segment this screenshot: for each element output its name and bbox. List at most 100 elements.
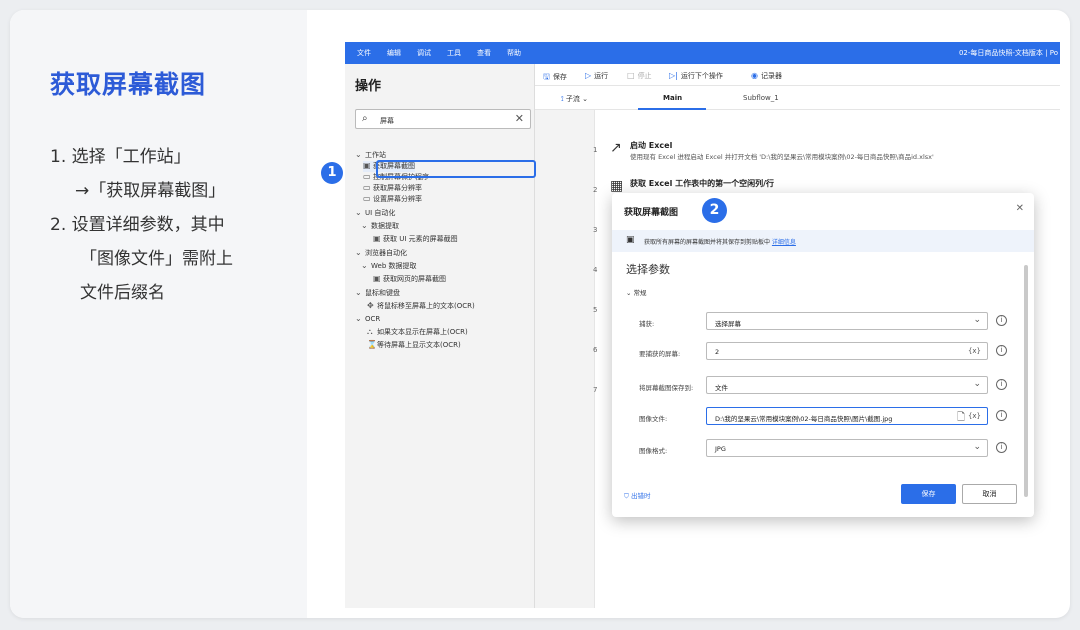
chevron-down-icon: ⌄ [355, 150, 362, 159]
capture-select[interactable]: 选择屏幕 ⌄ [706, 312, 988, 330]
line-number: 3 [593, 226, 598, 234]
menu-bar: 文件 编辑 调试 工具 查看 帮助 02-每日商品快照-文档版本 | Po [345, 42, 1060, 64]
line-gutter [535, 110, 595, 608]
menu-debug[interactable]: 调试 [417, 48, 431, 58]
chevron-down-icon: ⌄ [355, 288, 362, 297]
line-number: 7 [593, 386, 598, 394]
file-picker-icon[interactable]: 🗋 [957, 410, 965, 427]
search-icon: ⌕ [362, 113, 368, 124]
instruction-panel: 获取屏幕截图 1. 选择「工作站」 →「获取屏幕截图」 2. 设置详细参数，其中… [10, 10, 307, 618]
save-to-select[interactable]: 文件 ⌄ [706, 376, 988, 394]
close-icon[interactable]: ✕ [1016, 203, 1024, 214]
run-next-button[interactable]: ▷| 运行下个操作 [669, 71, 723, 81]
actions-title: 操作 [355, 79, 382, 94]
search-value: 屏幕 [380, 117, 394, 125]
field-label-image-format: 图像格式: [639, 447, 668, 455]
menu-edit[interactable]: 编辑 [387, 48, 401, 58]
chevron-down-icon: ⌄ [355, 248, 362, 257]
menu-help[interactable]: 帮助 [507, 48, 521, 58]
stop-button[interactable]: □ 停止 [627, 71, 652, 81]
chevron-down-icon: ⌄ [973, 315, 981, 325]
screen-number-input[interactable]: 2 {x} [706, 342, 988, 360]
tree-item-set-resolution[interactable]: ▭ 设置屏幕分辨率 [363, 194, 422, 205]
chevron-down-icon: ⌄ [361, 221, 368, 230]
monitor-icon: ▭ [363, 183, 371, 192]
info-icon[interactable]: i [996, 345, 1007, 356]
step-line: 1. 选择「工作站」 [50, 147, 191, 167]
menu-file[interactable]: 文件 [357, 48, 371, 58]
tree-item-ui-element-screenshot[interactable]: ▣ 获取 UI 元素的屏幕截图 [373, 234, 458, 245]
chevron-down-icon: ⌄ [361, 261, 368, 270]
cancel-button[interactable]: 取消 [962, 484, 1017, 504]
screenshot-icon: ▣ [626, 235, 635, 245]
hourglass-icon: ⌛ [367, 340, 377, 349]
tree-group-browser-automation[interactable]: ⌄ 浏览器自动化 [355, 248, 407, 259]
chevron-down-icon: ⌄ [973, 379, 981, 389]
take-screenshot-dialog: 获取屏幕截图 2 ✕ ▣ 获取所有屏幕的屏幕截图并将其保存到剪贴板中 详细信息 … [612, 193, 1034, 517]
shield-icon: ⛉ [624, 492, 631, 500]
save-toolbar-button[interactable]: 🖫 保存 [543, 71, 567, 85]
subflows-dropdown[interactable]: ⟟ 子流 ⌄ [561, 94, 588, 104]
designer-toolbar: 🖫 保存 ▷ 运行 □ 停止 ▷| 运行下个操作 ◉ 记录器 [535, 64, 1060, 86]
tree-item-get-resolution[interactable]: ▭ 获取屏幕分辨率 [363, 183, 422, 194]
chevron-down-icon: ⌄ [355, 208, 362, 217]
chevron-down-icon: ⌄ [973, 442, 981, 452]
info-icon[interactable]: i [996, 442, 1007, 453]
line-number: 6 [593, 346, 598, 354]
actions-search-input[interactable]: ⌕ 屏幕 ✕ [355, 109, 531, 129]
menu-view[interactable]: 查看 [477, 48, 491, 58]
variable-icon[interactable]: {x} [968, 412, 981, 420]
tab-subflow-1[interactable]: Subflow_1 [743, 94, 779, 102]
selected-action-highlight [376, 160, 536, 178]
group-general[interactable]: ⌄ 常规 [626, 287, 647, 297]
tree-group-mouse-keyboard[interactable]: ⌄ 鼠标和键盘 [355, 288, 400, 299]
clear-icon[interactable]: ✕ [515, 112, 524, 125]
field-label-save-to: 将屏幕截图保存到: [639, 384, 694, 392]
step-line: 2. 设置详细参数，其中 [50, 215, 225, 235]
step-marker-1: 1 [321, 162, 343, 184]
step-line: →「获取屏幕截图」 [75, 181, 226, 201]
variable-icon[interactable]: {x} [968, 347, 981, 355]
line-number: 2 [593, 186, 598, 194]
tree-group-ocr[interactable]: ⌄ OCR [355, 314, 380, 325]
more-info-link[interactable]: 详细信息 [772, 239, 796, 246]
line-number: 1 [593, 146, 598, 154]
tree-group-web-data-extraction[interactable]: ⌄ Web 数据提取 [361, 261, 417, 272]
recorder-button[interactable]: ◉ 记录器 [751, 71, 782, 81]
info-icon[interactable]: i [996, 379, 1007, 390]
screenshot-icon: ▣ [373, 234, 381, 243]
section-title: 选择参数 [626, 263, 670, 276]
branch-icon: ⛬ [367, 327, 373, 336]
tree-item-webpage-screenshot[interactable]: ▣ 获取网页的屏幕截图 [373, 274, 446, 285]
info-icon[interactable]: i [996, 315, 1007, 326]
on-error-link[interactable]: ⛉ 出错时 [624, 490, 650, 501]
tree-item-wait-text-on-screen[interactable]: ⌛等待屏幕上显示文本(OCR) [367, 340, 461, 351]
field-label-capture: 捕获: [639, 320, 655, 328]
move-icon: ✥ [367, 301, 374, 310]
tree-group-data-extraction[interactable]: ⌄ 数据提取 [361, 221, 399, 232]
field-label-screen: 要捕获的屏幕: [639, 350, 681, 358]
launch-arrow-icon: ↗ [610, 140, 622, 156]
monitor-icon: ▭ [363, 172, 371, 181]
tab-main[interactable]: Main [663, 94, 682, 102]
image-file-input[interactable]: D:\我的坚果云\常用模块案例\02-每日商品快照\图片\截图.jpg 🗋 {x} [706, 407, 988, 425]
save-button[interactable]: 保存 [901, 484, 956, 504]
tree-item-move-mouse-ocr[interactable]: ✥ 将鼠标移至屏幕上的文本(OCR) [367, 301, 475, 312]
menu-tools[interactable]: 工具 [447, 48, 461, 58]
lesson-title: 获取屏幕截图 [50, 70, 207, 99]
image-format-select[interactable]: JPG ⌄ [706, 439, 988, 457]
tree-item-if-text-on-screen[interactable]: ⛬ 如果文本显示在屏幕上(OCR) [367, 327, 468, 338]
step-marker-2: 2 [702, 198, 727, 223]
run-button[interactable]: ▷ 运行 [585, 71, 608, 81]
tree-group-ui-automation[interactable]: ⌄ UI 自动化 [355, 208, 395, 219]
step-line: 「图像文件」需附上 [80, 249, 233, 269]
stop-icon: □ [627, 71, 635, 80]
dialog-scrollbar[interactable] [1024, 265, 1028, 497]
active-tab-indicator [638, 108, 706, 110]
info-icon[interactable]: i [996, 410, 1007, 421]
screenshot-icon: ▣ [363, 161, 371, 170]
field-label-image-file: 图像文件: [639, 415, 668, 423]
line-number: 5 [593, 306, 598, 314]
play-icon: ▷ [585, 71, 592, 80]
chevron-down-icon: ⌄ [355, 314, 362, 323]
